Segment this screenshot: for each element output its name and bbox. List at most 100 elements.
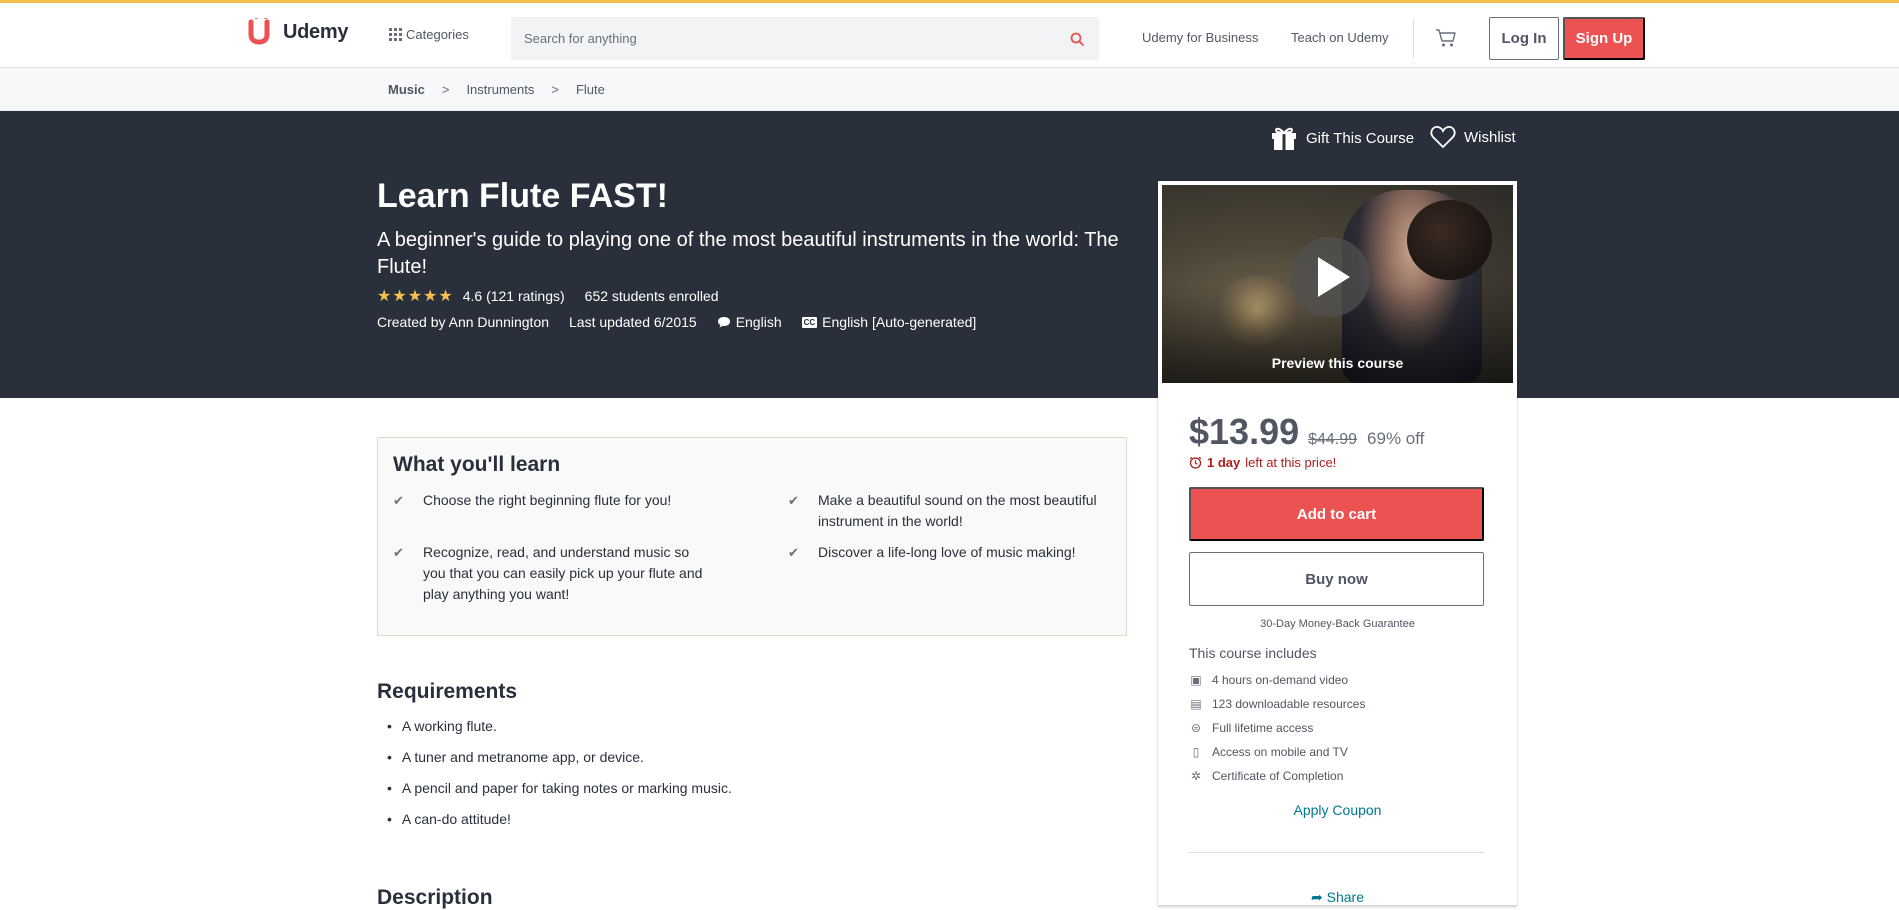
course-title: Learn Flute FAST! (377, 177, 668, 215)
buy-now-button[interactable]: Buy now (1189, 552, 1484, 606)
play-icon (1318, 257, 1350, 297)
current-price: $13.99 (1189, 411, 1300, 452)
mobile-icon: ▯ (1192, 745, 1200, 759)
includes-list: ▣ 4 hours on-demand video ▤ 123 download… (1189, 668, 1365, 788)
share-button[interactable]: ➦ Share (1158, 889, 1517, 906)
list-item: ✲ Certificate of Completion (1189, 764, 1365, 788)
breadcrumb: Music > Instruments > Flute (388, 82, 605, 97)
include-text: Full lifetime access (1212, 721, 1314, 735)
gift-icon (1272, 127, 1296, 150)
course-meta: Created by Ann Dunnington Last updated 6… (377, 314, 996, 330)
teach-on-udemy-link[interactable]: Teach on Udemy (1291, 30, 1389, 45)
list-item: ✔ Make a beautiful sound on the most bea… (788, 490, 1108, 532)
check-icon: ✔ (788, 545, 799, 560)
breadcrumb-separator: > (551, 82, 559, 97)
requirements-list: A working flute. A tuner and metranome a… (387, 718, 732, 842)
include-text: 4 hours on-demand video (1212, 673, 1349, 687)
learn-text: Choose the right beginning flute for you… (423, 492, 672, 508)
breadcrumb-instruments[interactable]: Instruments (466, 82, 534, 97)
breadcrumb-separator: > (441, 82, 450, 97)
search-input[interactable] (511, 17, 1055, 60)
price-row: $13.99 $44.99 69% off (1189, 411, 1424, 453)
include-text: 123 downloadable resources (1212, 697, 1366, 711)
language: English (717, 314, 782, 330)
breadcrumb-bar: Music > Instruments > Flute (0, 68, 1899, 111)
logo-text: Udemy (283, 20, 349, 43)
sale-timer: 1 day left at this price! (1189, 455, 1336, 470)
star-rating-icon: ★★★★★ (377, 288, 454, 305)
learn-text: Discover a life-long love of music makin… (818, 544, 1076, 560)
check-icon: ✔ (393, 493, 404, 508)
list-item: ⊜ Full lifetime access (1189, 716, 1365, 740)
breadcrumb-music[interactable]: Music (388, 82, 425, 97)
includes-title: This course includes (1189, 645, 1317, 661)
categories-menu[interactable]: Categories (389, 27, 469, 42)
signup-button[interactable]: Sign Up (1563, 17, 1645, 60)
include-text: Access on mobile and TV (1212, 745, 1348, 759)
list-item: ▯ Access on mobile and TV (1189, 740, 1365, 764)
learn-title: What you'll learn (393, 453, 561, 476)
wishlist-button[interactable]: Wishlist (1430, 125, 1516, 149)
gift-course-button[interactable]: Gift This Course (1270, 125, 1414, 151)
closed-captions-icon: CC (801, 316, 818, 328)
list-item: ▣ 4 hours on-demand video (1189, 668, 1365, 692)
discount-percent: 69% off (1367, 429, 1425, 448)
course-subtitle: A beginner's guide to playing one of the… (377, 229, 1119, 278)
search-icon (1070, 32, 1084, 46)
rating-row: ★★★★★ 4.6 (121 ratings) 652 students enr… (377, 286, 719, 306)
description-title: Description (377, 886, 493, 909)
site-header: Udemy Categories Udemy for Business Teac… (0, 3, 1899, 68)
add-to-cart-button[interactable]: Add to cart (1189, 487, 1484, 541)
learn-text: Recognize, read, and understand music so… (423, 544, 703, 602)
list-item: ▤ 123 downloadable resources (1189, 692, 1365, 716)
udemy-logo[interactable]: Udemy (245, 18, 349, 46)
created-by[interactable]: Created by Ann Dunnington (377, 314, 549, 330)
categories-label: Categories (406, 27, 469, 42)
check-icon: ✔ (788, 493, 799, 508)
learn-text: Make a beautiful sound on the most beaut… (818, 492, 1097, 529)
course-preview-video[interactable]: Preview this course (1162, 185, 1513, 383)
share-label: Share (1326, 889, 1364, 905)
list-item: A working flute. (387, 718, 732, 749)
purchase-card: Preview this course $13.99 $44.99 69% of… (1158, 181, 1517, 905)
rating-text[interactable]: 4.6 (121 ratings) (463, 288, 565, 304)
enrolled-count: 652 students enrolled (584, 288, 719, 304)
gift-label: Gift This Course (1306, 129, 1415, 147)
list-item: ✔ Discover a life-long love of music mak… (788, 542, 1108, 563)
udemy-for-business-link[interactable]: Udemy for Business (1142, 30, 1258, 45)
video-icon: ▣ (1190, 673, 1202, 687)
captions-label: English [Auto-generated] (822, 314, 977, 330)
cart-button[interactable] (1435, 28, 1457, 53)
speech-bubble-icon (717, 317, 730, 328)
list-item: ✔ Choose the right beginning flute for y… (393, 490, 713, 511)
certificate-icon: ✲ (1190, 769, 1202, 783)
include-text: Certificate of Completion (1212, 769, 1344, 783)
course-hero: Gift This Course Wishlist Learn Flute FA… (0, 111, 1899, 398)
heart-icon (1430, 126, 1456, 149)
breadcrumb-flute[interactable]: Flute (576, 82, 605, 97)
share-icon: ➦ (1311, 889, 1323, 905)
list-item: A pencil and paper for taking notes or m… (387, 780, 732, 811)
original-price: $44.99 (1308, 431, 1358, 448)
timer-days: 1 day (1207, 455, 1241, 470)
file-icon: ▤ (1190, 697, 1202, 711)
card-divider (1189, 852, 1484, 853)
check-icon: ✔ (393, 545, 404, 560)
search-bar (511, 17, 1099, 60)
apply-coupon-link[interactable]: Apply Coupon (1158, 802, 1517, 818)
login-button[interactable]: Log In (1489, 17, 1559, 60)
grid-icon (389, 28, 402, 41)
list-item: ✔ Recognize, read, and understand music … (393, 542, 713, 605)
search-button[interactable] (1055, 17, 1099, 60)
udemy-logo-icon (248, 18, 270, 45)
list-item: A can-do attitude! (387, 811, 732, 842)
last-updated: Last updated 6/2015 (569, 314, 697, 330)
header-divider (1413, 18, 1414, 58)
captions: CC English [Auto-generated] (801, 314, 977, 330)
preview-label: Preview this course (1271, 355, 1404, 371)
money-back-guarantee: 30-Day Money-Back Guarantee (1260, 618, 1415, 630)
play-button[interactable] (1290, 237, 1370, 317)
cart-icon (1436, 29, 1456, 47)
list-item: A tuner and metranome app, or device. (387, 749, 732, 780)
infinity-icon: ⊜ (1190, 721, 1202, 735)
